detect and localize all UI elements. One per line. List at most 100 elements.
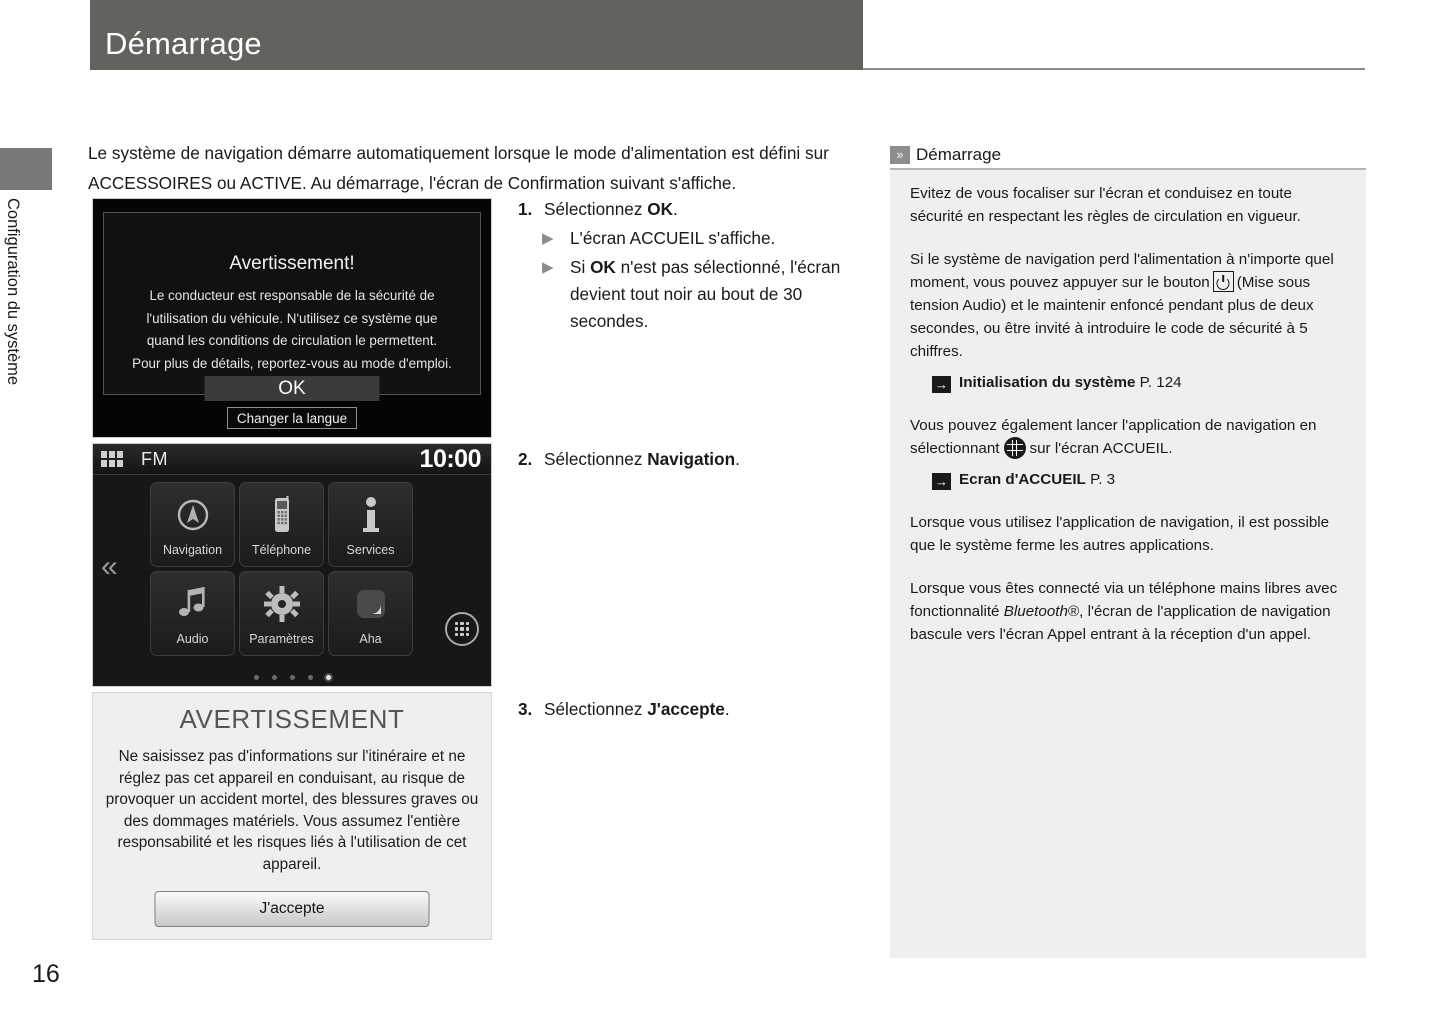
page-dot[interactable] [271, 675, 277, 680]
bullet-text-emphasis: OK [590, 257, 616, 277]
figures-column: Avertissement! Le conducteur est respons… [92, 198, 492, 940]
step-text-prefix: Sélectionnez [544, 449, 648, 469]
goto-arrow-icon: → [932, 473, 951, 490]
intro-paragraph: Le système de navigation démarre automat… [88, 143, 829, 193]
apps-globe-icon [1003, 437, 1026, 459]
music-note-icon [151, 584, 234, 624]
apps-drawer-icon[interactable] [445, 612, 479, 646]
accept-dialog-body: Ne saisissez pas d'informations sur l'it… [105, 748, 479, 873]
accept-dialog-title: AVERTISSEMENT [179, 704, 405, 734]
tile-label: Services [346, 543, 395, 557]
tile-telephone[interactable]: Téléphone [239, 482, 324, 567]
bullet-text: Si OK n'est pas sélectionné, l'écran dev… [570, 254, 873, 335]
step-number: 3. [518, 699, 533, 719]
audio-source-label[interactable]: FM [141, 449, 168, 470]
step-text: Sélectionnez OK. [544, 196, 873, 223]
triangle-bullet-icon: ▶ [542, 259, 554, 276]
step-number: 1. [518, 199, 533, 219]
phone-icon [240, 495, 323, 535]
step-text: Sélectionnez J'accepte. [544, 696, 730, 723]
clock-display: 10:00 [419, 445, 482, 473]
tile-label: Aha [359, 632, 382, 646]
step-1: 1. Sélectionnez OK. [518, 196, 873, 223]
step-3: 3. Sélectionnez J'accepte. [518, 696, 730, 723]
step-text-suffix: . [672, 199, 678, 219]
power-button-icon [1212, 271, 1234, 292]
step-2: 2. Sélectionnez Navigation. [518, 446, 740, 473]
figure-accept-dialog: AVERTISSEMENT Ne saisissez pas d'informa… [92, 692, 492, 940]
double-chevron-right-icon: » [890, 146, 910, 164]
info-panel-heading: » Démarrage [890, 144, 1366, 166]
change-language-button[interactable]: Changer la langue [227, 407, 357, 429]
step-text-suffix: . [735, 449, 740, 469]
tile-label: Paramètres [249, 632, 314, 646]
header-divider [863, 68, 1365, 70]
cross-reference-2[interactable]: → Ecran d'ACCUEIL P. 3 [932, 468, 1346, 491]
bullet-text-prefix: L'écran ACCUEIL s'affiche. [570, 228, 776, 248]
step-text-emphasis: OK [647, 199, 673, 219]
tile-label: Navigation [162, 543, 223, 557]
page-title: Démarrage [105, 26, 262, 61]
chapter-tab-label: Configuration du système [4, 198, 22, 386]
cross-reference-text: Ecran d'ACCUEIL P. 3 [959, 468, 1115, 491]
cross-reference-page: P. 124 [1139, 374, 1182, 391]
steps-column: 1. Sélectionnez OK. ▶ L'écran ACCUEIL s'… [518, 196, 873, 719]
step-text: Sélectionnez Navigation. [544, 446, 740, 473]
cross-reference-1[interactable]: → Initialisation du système P. 124 [932, 371, 1346, 394]
manual-page: Démarrage Configuration du système 16 Le… [0, 0, 1445, 1018]
page-dot-active[interactable] [325, 675, 331, 680]
step-text-emphasis: J'accepte [647, 699, 725, 719]
apps-grid-icon[interactable] [101, 451, 123, 467]
figure-home-screen: FM 10:00 « Navigation Téléphone Services… [92, 443, 492, 687]
page-dot[interactable] [307, 675, 313, 680]
bullet-text: L'écran ACCUEIL s'affiche. [570, 225, 873, 252]
warning-dialog-frame: Avertissement! Le conducteur est respons… [103, 212, 481, 401]
info-paragraph-3-b: sur l'écran ACCUEIL. [1029, 440, 1173, 457]
step-1-bullet-1: ▶ L'écran ACCUEIL s'affiche. [542, 225, 873, 252]
triangle-bullet-icon: ▶ [542, 230, 554, 247]
step-text-emphasis: Navigation [647, 449, 736, 469]
compass-icon [151, 495, 234, 535]
cross-reference-text: Initialisation du système P. 124 [959, 371, 1182, 394]
aha-app-icon [329, 584, 412, 624]
info-panel-heading-label: Démarrage [916, 145, 1002, 164]
bluetooth-trademark: Bluetooth [1003, 603, 1068, 620]
info-paragraph-1: Evitez de vous focaliser sur l'écran et … [910, 185, 1301, 225]
page-dot[interactable] [289, 675, 295, 680]
page-indicator-dots [93, 675, 491, 680]
cross-reference-page: P. 3 [1090, 471, 1116, 488]
cross-reference-title: Ecran d'ACCUEIL [959, 471, 1086, 488]
tile-label: Téléphone [251, 543, 312, 557]
step-text-suffix: . [724, 699, 730, 719]
tile-services[interactable]: Services [328, 482, 413, 567]
home-tile-grid: Navigation Téléphone Services Audio Para… [150, 482, 413, 656]
warning-ok-button[interactable]: OK [204, 376, 380, 401]
warning-dialog-title: Avertissement! [229, 253, 355, 274]
info-paragraph-4: Lorsque vous utilisez l'application de n… [910, 514, 1330, 554]
step-number: 2. [518, 449, 533, 469]
tile-navigation[interactable]: Navigation [150, 482, 235, 567]
chapter-tab-marker [0, 148, 52, 190]
info-paragraph-2: Si le système de navigation perd l'alime… [910, 248, 1346, 363]
double-chevron-left-icon[interactable]: « [101, 552, 118, 582]
tile-aha[interactable]: Aha [328, 571, 413, 656]
step-text-prefix: Sélectionnez [544, 699, 648, 719]
tile-parametres[interactable]: Paramètres [239, 571, 324, 656]
tile-audio[interactable]: Audio [150, 571, 235, 656]
step-text-prefix: Sélectionnez [544, 199, 648, 219]
page-number: 16 [32, 960, 60, 988]
info-paragraph-5: Lorsque vous êtes connecté via un téléph… [910, 577, 1346, 646]
step-1-bullet-2: ▶ Si OK n'est pas sélectionné, l'écran d… [542, 254, 873, 335]
info-paragraph-3: Vous pouvez également lancer l'applicati… [910, 414, 1346, 460]
cross-reference-title: Initialisation du système [959, 374, 1136, 391]
tile-label: Audio [176, 632, 209, 646]
goto-arrow-icon: → [932, 376, 951, 393]
gear-icon [240, 584, 323, 624]
figure-warning-dialog: Avertissement! Le conducteur est respons… [92, 198, 492, 438]
warning-dialog-body: Le conducteur est responsable de la sécu… [132, 288, 452, 371]
page-dot[interactable] [253, 675, 259, 680]
information-icon [329, 495, 412, 535]
accept-button[interactable]: J'accepte [154, 891, 430, 927]
info-panel: Evitez de vous focaliser sur l'écran et … [890, 170, 1366, 958]
bullet-text-prefix: Si [570, 257, 591, 277]
